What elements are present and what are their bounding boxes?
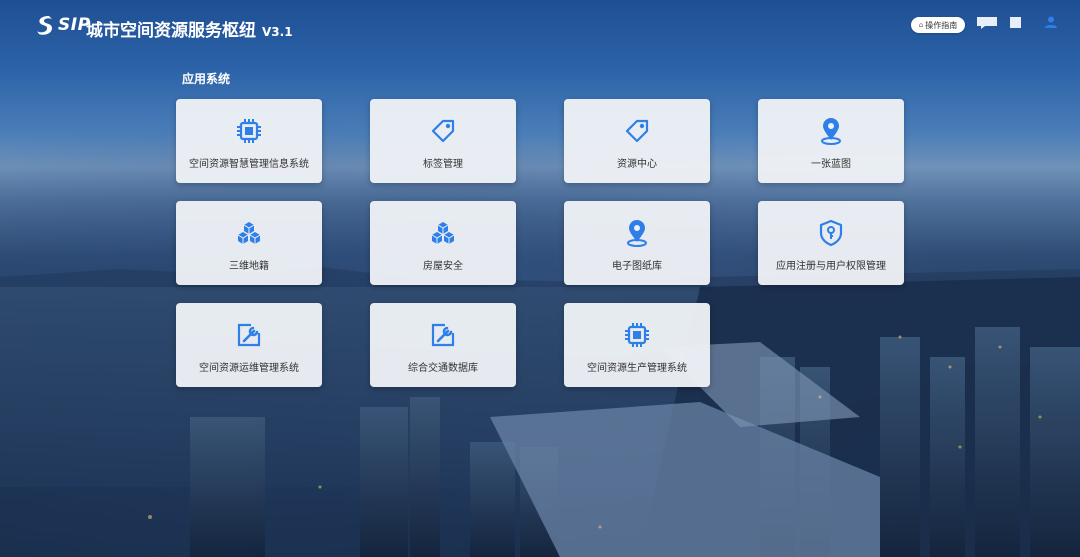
tag-icon	[428, 116, 458, 146]
map-pin-icon	[816, 116, 846, 146]
chip-icon	[234, 116, 264, 146]
chip-icon	[622, 320, 652, 350]
app-tile[interactable]: 电子图纸库	[564, 201, 710, 285]
app-tile-label: 资源中心	[617, 159, 657, 170]
guide-button-label: 操作指南	[925, 20, 958, 30]
app-tile[interactable]: 三维地籍	[176, 201, 322, 285]
user-icon[interactable]	[1044, 15, 1058, 29]
app-tile[interactable]: 资源中心	[564, 99, 710, 183]
app-tile[interactable]: 空间资源生产管理系统	[564, 303, 710, 387]
app-tile[interactable]: 应用注册与用户权限管理	[758, 201, 904, 285]
app-tile[interactable]: 综合交通数据库	[370, 303, 516, 387]
cubes-icon	[234, 218, 264, 248]
tag-icon	[622, 116, 652, 146]
page-title: 城市空间资源服务枢纽 V3.1	[86, 16, 293, 41]
app-tile[interactable]: 空间资源运维管理系统	[176, 303, 322, 387]
edit-wrench-icon	[234, 320, 264, 350]
app-tile[interactable]: 标签管理	[370, 99, 516, 183]
version-label: V3.1	[262, 25, 293, 39]
app-tile[interactable]: 房屋安全	[370, 201, 516, 285]
map-pin-icon	[622, 218, 652, 248]
app-title: 城市空间资源服务枢纽	[86, 21, 256, 41]
fullscreen-icon[interactable]	[1010, 17, 1021, 28]
app-tile-label: 三维地籍	[229, 261, 269, 272]
book-icon: ⌂	[918, 21, 924, 29]
app-tile-label: 空间资源生产管理系统	[587, 363, 687, 374]
guide-button[interactable]: ⌂ 操作指南	[911, 17, 965, 33]
app-tile-label: 房屋安全	[423, 261, 463, 272]
app-tile-label: 一张蓝图	[811, 159, 851, 170]
app-tile-label: 空间资源智慧管理信息系统	[189, 159, 309, 170]
app-tile-label: 空间资源运维管理系统	[199, 363, 299, 374]
edit-wrench-icon	[428, 320, 458, 350]
section-title: 应用系统	[182, 72, 231, 86]
shield-key-icon	[816, 218, 846, 248]
app-tile-label: 应用注册与用户权限管理	[776, 261, 886, 272]
app-tile-label: 电子图纸库	[612, 261, 662, 272]
cubes-icon	[428, 218, 458, 248]
app-tile-label: 标签管理	[423, 159, 463, 170]
sip-logo-icon	[37, 16, 52, 35]
sip-logo: SIP	[35, 14, 91, 36]
top-header: SIP 城市空间资源服务枢纽 V3.1 ⌂ 操作指南	[0, 0, 1080, 52]
app-tile-label: 综合交通数据库	[408, 363, 478, 374]
app-tile[interactable]: 空间资源智慧管理信息系统	[176, 99, 322, 183]
city-background-image	[0, 267, 1080, 557]
app-tile[interactable]: 一张蓝图	[758, 99, 904, 183]
message-icon[interactable]	[976, 16, 998, 30]
